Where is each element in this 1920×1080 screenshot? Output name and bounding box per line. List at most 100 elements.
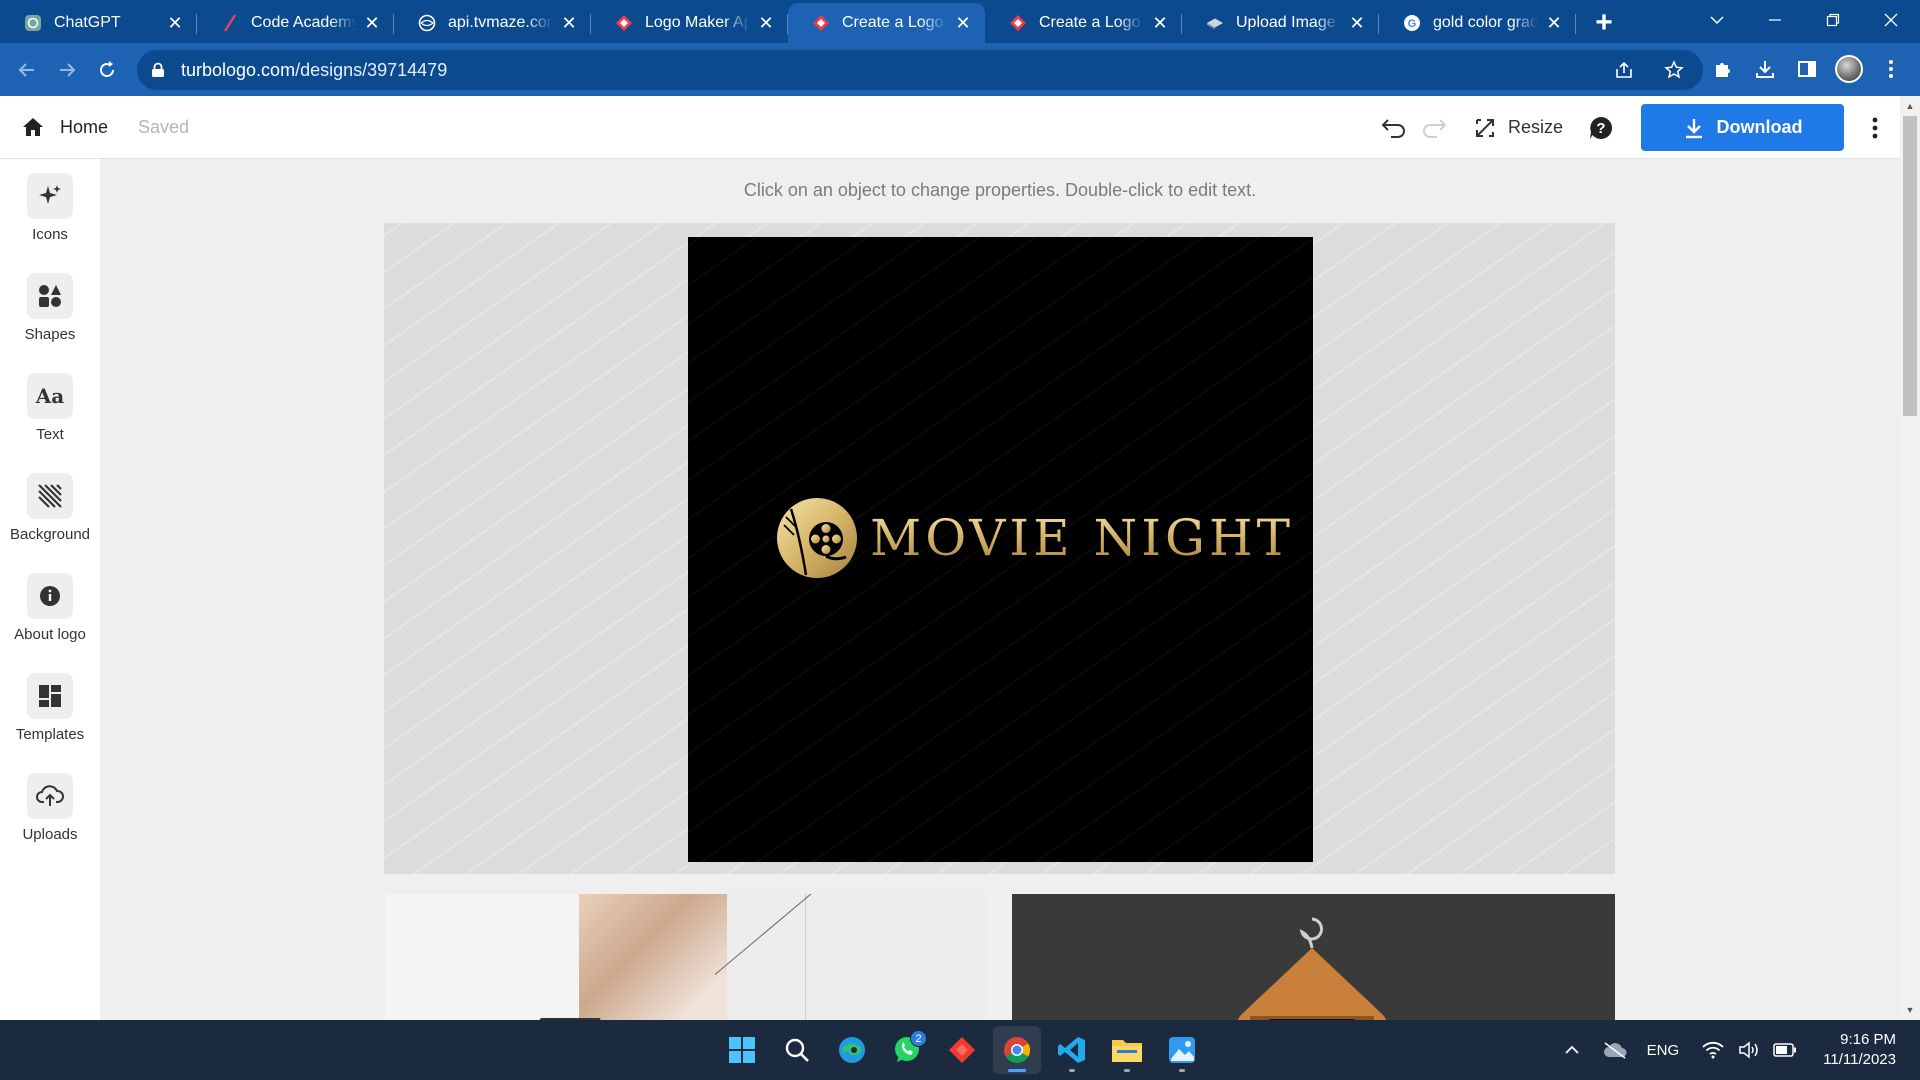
taskbar-anydesk[interactable] — [938, 1026, 986, 1074]
close-tab-icon[interactable]: ✕ — [165, 13, 185, 33]
download-button[interactable]: Download — [1641, 104, 1844, 151]
header-actions: Resize ? Download — [1374, 96, 1900, 159]
url-path: /designs/39714479 — [295, 59, 448, 80]
google-icon: G — [1403, 14, 1421, 32]
shapes-icon — [27, 273, 73, 319]
taskbar-photos[interactable] — [1158, 1026, 1206, 1074]
mockup-preview-tshirt[interactable] — [1012, 894, 1615, 1020]
close-tab-icon[interactable]: ✕ — [756, 13, 776, 33]
tab-search-button[interactable] — [1688, 0, 1746, 40]
close-tab-icon[interactable]: ✕ — [559, 13, 579, 33]
redo-button[interactable] — [1414, 108, 1454, 148]
extensions-button[interactable] — [1704, 50, 1742, 88]
forward-button[interactable] — [47, 50, 87, 90]
address-bar-actions — [1605, 50, 1693, 90]
download-label: Download — [1716, 117, 1803, 137]
address-bar[interactable]: turbologo.com/designs/39714479 — [137, 50, 1703, 90]
upload-icon — [1206, 14, 1224, 32]
anydesk-icon — [949, 1037, 975, 1063]
taskbar-file-explorer[interactable] — [1103, 1026, 1151, 1074]
sidebar-item-label: Text — [36, 426, 64, 443]
sidebar-item-templates[interactable]: Templates — [0, 673, 100, 753]
wifi-button[interactable] — [1698, 1035, 1728, 1065]
download-icon — [1685, 118, 1702, 138]
help-chat-icon: ? — [1590, 116, 1612, 139]
tab-logo-maker[interactable]: Logo Maker App ✕ — [591, 3, 788, 43]
scrollbar-thumb[interactable] — [1903, 116, 1917, 416]
bookmark-button[interactable] — [1655, 51, 1693, 89]
side-panel-button[interactable] — [1788, 50, 1826, 88]
undo-button[interactable] — [1374, 108, 1414, 148]
chevron-up-icon — [1564, 1045, 1579, 1054]
show-hidden-icons-button[interactable] — [1557, 1035, 1587, 1065]
taskbar-chrome[interactable] — [993, 1026, 1041, 1074]
logo-canvas[interactable]: MOVIE NIGHT — [688, 237, 1313, 862]
side-panel-icon — [1798, 61, 1816, 77]
reload-button[interactable] — [87, 50, 127, 90]
sidebar-item-about-logo[interactable]: About logo — [0, 573, 100, 653]
sidebar-item-shapes[interactable]: Shapes — [0, 273, 100, 353]
volume-button[interactable] — [1734, 1035, 1764, 1065]
minimize-icon — [1769, 19, 1781, 21]
windows-start-icon — [729, 1037, 755, 1063]
close-tab-icon[interactable]: ✕ — [1544, 13, 1564, 33]
tab-create-logo[interactable]: Create a Logo Online ✕ — [985, 3, 1182, 43]
close-tab-icon[interactable]: ✕ — [362, 13, 382, 33]
tab-google-search[interactable]: G gold color gradient ✕ — [1379, 3, 1576, 43]
more-vertical-icon — [1889, 60, 1893, 78]
artboard: MOVIE NIGHT — [384, 223, 1615, 874]
battery-button[interactable] — [1770, 1035, 1800, 1065]
taskbar-vscode[interactable] — [1048, 1026, 1096, 1074]
sidebar-item-uploads[interactable]: Uploads — [0, 773, 100, 853]
system-tray: ENG 9:16 PM 11/11/2023 — [1554, 1020, 1920, 1080]
scroll-up-arrow[interactable]: ▲ — [1900, 98, 1920, 114]
restore-button[interactable] — [1804, 0, 1862, 40]
sidebar-item-background[interactable]: Background — [0, 473, 100, 553]
logo-group[interactable]: MOVIE NIGHT — [776, 497, 1294, 579]
editor-hint: Click on an object to change properties.… — [743, 180, 1257, 200]
downloads-button[interactable] — [1746, 50, 1784, 88]
sidebar-item-label: Uploads — [22, 826, 78, 843]
more-options-button[interactable] — [1850, 104, 1900, 151]
page-scrollbar[interactable]: ▲ ▼ — [1900, 96, 1920, 1020]
close-window-button[interactable] — [1862, 0, 1920, 40]
clock-time: 9:16 PM — [1840, 1031, 1896, 1048]
new-tab-button[interactable]: + — [1582, 3, 1626, 43]
taskbar-whatsapp[interactable]: 2 — [883, 1026, 931, 1074]
search-icon — [785, 1038, 809, 1062]
editor-header: Home Saved Resize ? Download — [0, 96, 1900, 159]
taskbar-search-button[interactable] — [773, 1026, 821, 1074]
share-button[interactable] — [1605, 51, 1643, 89]
mockup-wall — [727, 894, 987, 1020]
profile-button[interactable] — [1830, 50, 1868, 88]
language-indicator[interactable]: ENG — [1647, 1042, 1680, 1059]
close-tab-icon[interactable]: ✕ — [953, 13, 973, 33]
close-tab-icon[interactable]: ✕ — [1150, 13, 1170, 33]
back-button[interactable] — [7, 50, 47, 90]
sidebar-item-text[interactable]: Aa Text — [0, 373, 100, 453]
sidebar-item-icons[interactable]: Icons — [0, 173, 100, 253]
mockup-preview-wall[interactable] — [385, 894, 987, 1020]
browser-menu-button[interactable] — [1872, 50, 1910, 88]
close-tab-icon[interactable]: ✕ — [1347, 13, 1367, 33]
tab-code-academy[interactable]: Code Academy Use ✕ — [197, 3, 394, 43]
start-button[interactable] — [718, 1026, 766, 1074]
scroll-down-arrow[interactable]: ▼ — [1900, 1002, 1920, 1018]
minimize-button[interactable] — [1746, 0, 1804, 40]
help-button[interactable]: ? — [1581, 108, 1621, 148]
home-button[interactable]: Home — [22, 117, 108, 138]
film-reel-icon[interactable] — [776, 497, 858, 579]
tab-tvmaze[interactable]: api.tvmaze.com/ ✕ — [394, 3, 591, 43]
tab-chatgpt[interactable]: ChatGPT ✕ — [0, 3, 197, 43]
taskbar-edge[interactable] — [828, 1026, 876, 1074]
window-controls — [1688, 0, 1920, 40]
tab-upload-image[interactable]: Upload Image – ✕ — [1182, 3, 1379, 43]
taskbar-clock[interactable]: 9:16 PM 11/11/2023 — [1823, 1030, 1896, 1070]
resize-icon — [1475, 118, 1494, 137]
resize-button[interactable]: Resize — [1474, 117, 1563, 139]
logo-title-text[interactable]: MOVIE NIGHT — [870, 509, 1294, 567]
speaker-icon — [1739, 1041, 1758, 1059]
undo-icon — [1381, 118, 1405, 138]
onedrive-button[interactable] — [1600, 1035, 1630, 1065]
tab-create-logo-active[interactable]: Create a Logo Online ✕ — [788, 3, 985, 43]
